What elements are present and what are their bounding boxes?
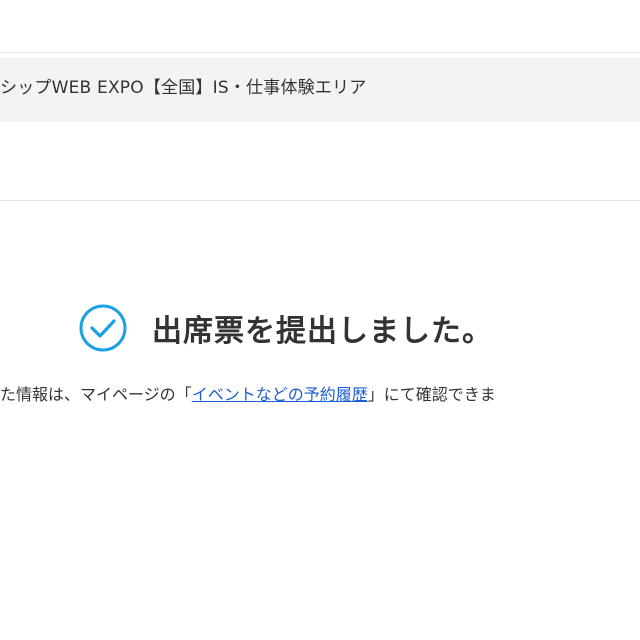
- confirmation-heading: 出席票を提出しました。: [152, 314, 493, 349]
- section-divider: [0, 200, 640, 201]
- check-circle-icon: [78, 303, 128, 353]
- info-text-after: 」にて確認できま: [367, 385, 496, 404]
- reservation-history-link[interactable]: イベントなどの予約履歴: [192, 385, 368, 404]
- info-text: た情報は、マイページの「イベントなどの予約履歴」にて確認できま: [0, 380, 496, 410]
- event-title: シップWEB EXPO【全国】IS・仕事体験エリア: [0, 78, 367, 98]
- event-title-bar: シップWEB EXPO【全国】IS・仕事体験エリア: [0, 58, 640, 122]
- top-divider: [0, 52, 640, 53]
- confirmation-message: 出席票を提出しました。: [78, 298, 493, 358]
- info-text-before: た情報は、マイページの「: [0, 385, 192, 404]
